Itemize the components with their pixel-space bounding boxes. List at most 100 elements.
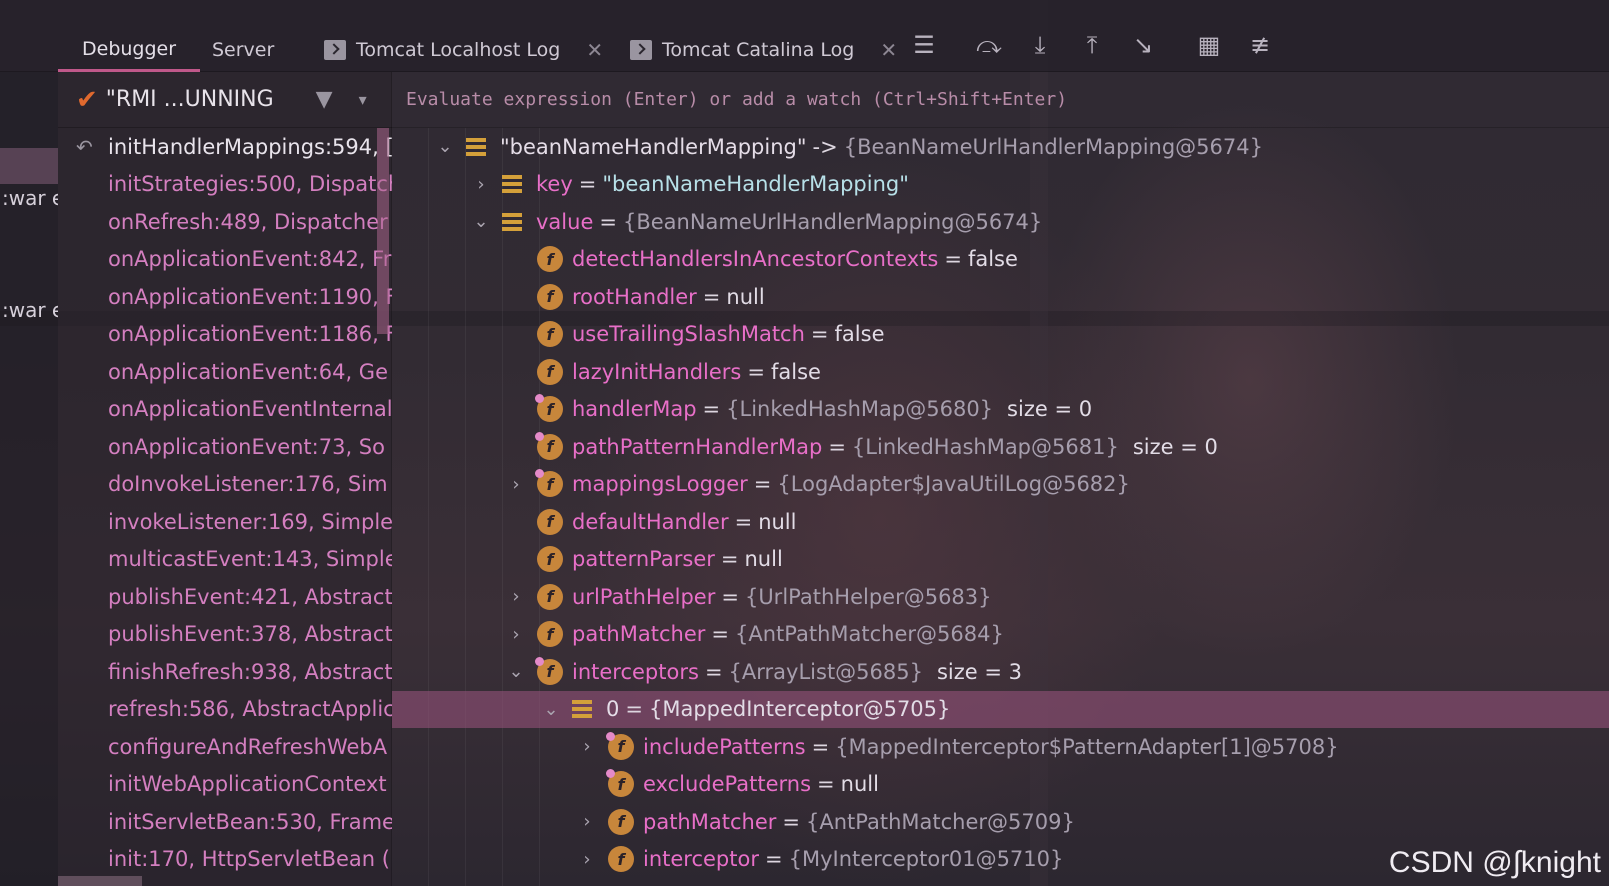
chevron-down-icon[interactable]: ⌄ [507, 661, 525, 682]
tab-tomcat-localhost-log[interactable]: Tomcat Localhost Log ✕ [324, 28, 603, 72]
stack-frame-item[interactable]: init:170, HttpServletBean ( [58, 841, 392, 879]
array-icon [502, 212, 522, 231]
step-into-icon[interactable]: ⤓ [1023, 28, 1057, 62]
stack-frame-label: invokeListener:169, Simple [108, 509, 392, 534]
stack-frame-label: onApplicationEvent:1186, F [108, 322, 392, 347]
stack-frame-label: finishRefresh:938, Abstract [108, 659, 392, 684]
evaluate-icon[interactable]: ▦ [1192, 28, 1226, 62]
chevron-down-icon[interactable]: ⌄ [542, 699, 560, 720]
variable-row[interactable]: › f pathMatcher = {AntPathMatcher@5684} [392, 616, 1609, 654]
stack-frame-item[interactable]: onApplicationEventInternal [58, 391, 392, 429]
variable-row[interactable]: f useTrailingSlashMatch = false [392, 316, 1609, 354]
stack-frame-item[interactable]: initServletBean:530, Frame [58, 803, 392, 841]
separator: = [599, 209, 617, 234]
variable-name: handlerMap [572, 397, 697, 422]
stack-frame-item[interactable]: onApplicationEvent:1190, F [58, 278, 392, 316]
tab-label: Tomcat Catalina Log [662, 39, 855, 61]
stack-frame-item[interactable]: doInvokeListener:176, Sim [58, 466, 392, 504]
variable-row[interactable]: f excludePatterns = null [392, 766, 1609, 804]
variable-row[interactable]: ⌄ "beanNameHandlerMapping" -> {BeanNameUrlH… [392, 128, 1609, 166]
close-icon[interactable]: ✕ [880, 38, 897, 62]
separator: = [944, 247, 962, 272]
filter-icon[interactable]: ▼ [316, 87, 333, 112]
variable-value: {LogAdapter$JavaUtilLog@5682} [777, 472, 1130, 497]
tab-server[interactable]: Server [212, 28, 274, 72]
stack-frame-item[interactable]: finishRefresh:938, Abstract [58, 653, 392, 691]
stack-frame-label: refresh:586, AbstractApplic [108, 697, 392, 722]
evaluate-expression-input[interactable] [406, 89, 1556, 110]
stack-frame-item[interactable]: initWebApplicationContext [58, 766, 392, 804]
chevron-down-icon[interactable]: ⌄ [436, 136, 454, 157]
stack-frame-item[interactable]: publishEvent:378, Abstract [58, 616, 392, 654]
variable-row[interactable]: f pathPatternHandlerMap = {LinkedHashMap@56… [392, 428, 1609, 466]
stack-frame-item[interactable]: multicastEvent:143, Simple [58, 541, 392, 579]
variable-row[interactable]: › f urlPathHelper = {UrlPathHelper@5683} [392, 578, 1609, 616]
trace-icon[interactable]: ≢ [1243, 28, 1277, 62]
variable-value: {AntPathMatcher@5684} [734, 622, 1004, 647]
separator: = [747, 359, 765, 384]
variables-panel: ⌄"beanNameHandlerMapping"->{BeanNameUrlH… [392, 72, 1609, 886]
tab-debugger[interactable]: Debugger [58, 28, 201, 72]
variable-row[interactable]: › f mappingsLogger = {LogAdapter$JavaUtilLog… [392, 466, 1609, 504]
variable-row[interactable]: f lazyInitHandlers = false [392, 353, 1609, 391]
step-out-icon[interactable]: ⤒ [1075, 28, 1109, 62]
variable-row[interactable]: f handlerMap = {LinkedHashMap@5680} size = 0 [392, 391, 1609, 429]
variable-row[interactable]: ⌄ 0 = {MappedInterceptor@5705} [392, 690, 1609, 728]
variable-row[interactable]: › f pathMatcher = {AntPathMatcher@5709} [392, 803, 1609, 841]
separator: = [704, 659, 723, 684]
field-marker-icon [535, 394, 544, 404]
horizontal-scrollbar[interactable] [58, 876, 142, 886]
variable-row[interactable]: › key = "beanNameHandlerMapping" [392, 166, 1609, 204]
stack-frame-item[interactable]: onRefresh:489, Dispatcher [58, 203, 392, 241]
close-icon[interactable]: ✕ [586, 38, 603, 62]
chevron-right-icon[interactable]: › [578, 811, 596, 832]
chevron-down-icon[interactable]: ▾ [359, 90, 367, 109]
field-icon: f [537, 546, 563, 573]
separator: = [625, 697, 643, 722]
chevron-right-icon[interactable]: › [578, 849, 596, 870]
stack-frame-item[interactable]: onApplicationEvent:842, Fr [58, 241, 392, 279]
stack-frame-item[interactable]: onApplicationEvent:64, Ge [58, 353, 392, 391]
array-icon [502, 175, 522, 194]
stack-frame-item[interactable]: onApplicationEvent:1186, F [58, 316, 392, 354]
stack-frame-item[interactable]: publishEvent:421, Abstract [58, 578, 392, 616]
variable-row[interactable]: ⌄ value = {BeanNameUrlHandlerMapping@5674} [392, 203, 1609, 241]
chevron-down-icon[interactable]: ⌄ [472, 211, 490, 232]
debug-tab-bar: Debugger Server Tomcat Localhost Log ✕ T… [0, 0, 1609, 72]
chevron-right-icon[interactable]: › [507, 624, 525, 645]
run-to-cursor-icon[interactable]: ↘ [1126, 28, 1160, 62]
tab-tomcat-catalina-log[interactable]: Tomcat Catalina Log ✕ [630, 28, 897, 72]
watermark: CSDN @∫knight [1388, 846, 1601, 879]
variable-row[interactable]: f detectHandlersInAncestorContexts = false [392, 241, 1609, 279]
variable-row[interactable]: f patternParser = null [392, 541, 1609, 579]
variable-row[interactable]: ⌄ f interceptors = {ArrayList@5685} size = 3 [392, 653, 1609, 691]
variable-name: interceptors [572, 659, 699, 684]
variable-name: mappingsLogger [572, 472, 748, 497]
console-icon [630, 40, 652, 60]
variable-name: detectHandlersInAncestorContexts [572, 247, 939, 272]
variable-value: {MappedInterceptor$PatternAdapter[1]@570… [835, 734, 1339, 759]
stack-frame-item[interactable]: configureAndRefreshWebA [58, 728, 392, 766]
variable-value: {BeanNameUrlHandlerMapping@5674} [622, 209, 1043, 234]
variable-value: null [840, 772, 879, 797]
chevron-right-icon[interactable]: › [578, 736, 596, 757]
chevron-right-icon[interactable]: › [507, 586, 525, 607]
step-over-icon[interactable]: ⤼ [972, 28, 1006, 62]
stack-frame-item[interactable]: refresh:586, AbstractApplic [58, 691, 392, 729]
thread-selector[interactable]: ✔ "RMI ...UNNING ▼ ▾ [58, 72, 392, 128]
stack-frame-item[interactable]: onApplicationEvent:73, So [58, 428, 392, 466]
chevron-right-icon[interactable]: › [507, 474, 525, 495]
variable-row[interactable]: f rootHandler = null [392, 278, 1609, 316]
vertical-scrollbar[interactable] [377, 128, 389, 334]
variable-value: {MyInterceptor01@5710} [788, 847, 1064, 872]
stack-frame-item[interactable]: invokeListener:169, Simple [58, 503, 392, 541]
layout-icon[interactable]: ☰ [907, 28, 941, 62]
separator: = [720, 547, 739, 572]
separator: = [753, 472, 772, 497]
stack-frame-item[interactable]: ↶ initHandlerMappings:594, [ [58, 128, 392, 166]
chevron-right-icon[interactable]: › [472, 174, 490, 195]
variable-row[interactable]: › f includePatterns = {MappedInterceptor$Pat… [392, 728, 1609, 766]
separator: = [810, 322, 829, 347]
variable-row[interactable]: f defaultHandler = null [392, 503, 1609, 541]
stack-frame-item[interactable]: initStrategies:500, Dispatch [58, 166, 392, 204]
